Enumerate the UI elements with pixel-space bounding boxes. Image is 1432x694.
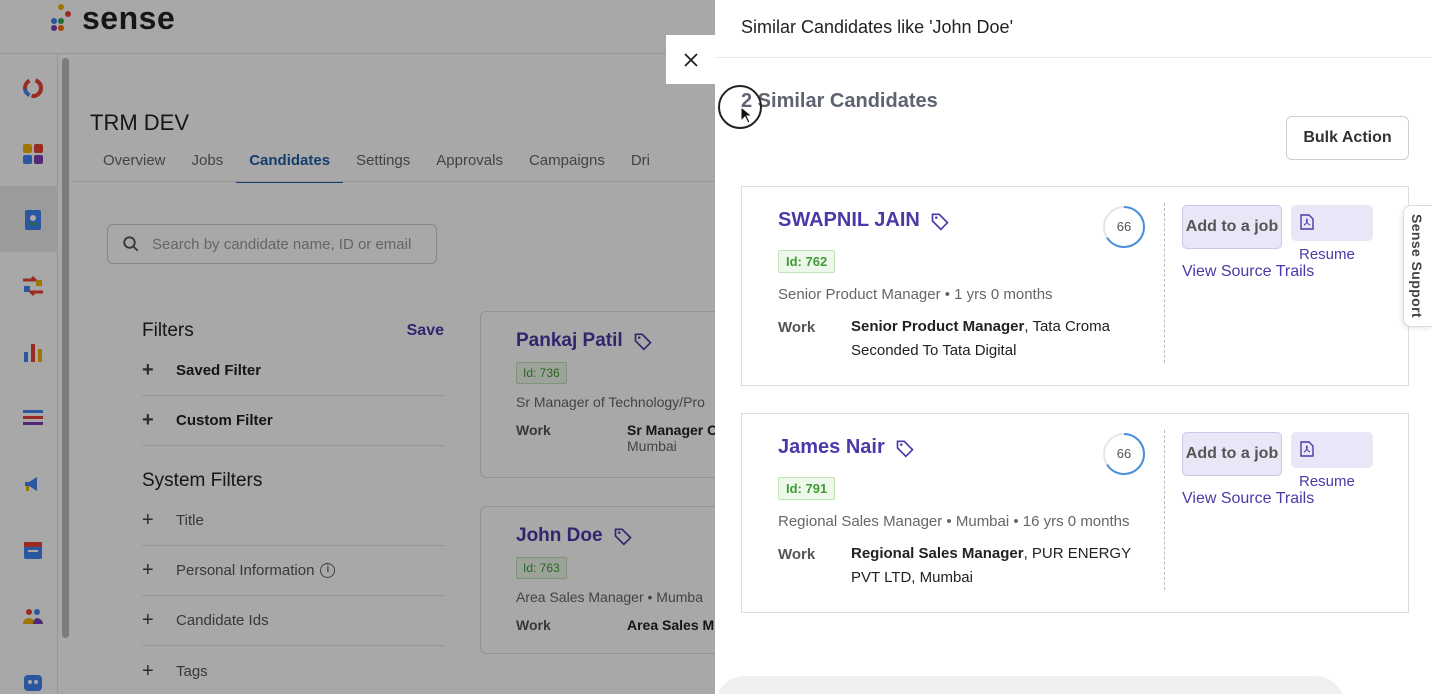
- score-value: 66: [1116, 446, 1132, 461]
- add-to-job-button[interactable]: Add to a job: [1182, 432, 1282, 476]
- resume-button[interactable]: [1291, 205, 1373, 241]
- card-divider: [1164, 203, 1165, 363]
- similar-candidate-card: James Nair Id: 791 Regional Sales Manage…: [741, 413, 1409, 613]
- tag-icon[interactable]: [930, 211, 950, 231]
- modal-backdrop[interactable]: [0, 0, 715, 694]
- candidate-id-badge: Id: 762: [778, 250, 836, 273]
- similar-count-title: 2 Similar Candidates: [741, 90, 938, 112]
- candidate-id-badge: Id: 791: [778, 477, 836, 500]
- pdf-file-icon: [1300, 441, 1314, 457]
- match-score: 66: [1102, 205, 1146, 249]
- work-value: Regional Sales Manager, PUR ENERGY PVT L…: [851, 542, 1161, 590]
- drawer-title: Similar Candidates like 'John Doe': [715, 0, 1432, 58]
- work-label: Work: [778, 546, 816, 563]
- card-divider: [1164, 430, 1165, 590]
- candidate-role: Senior Product Manager • 1 yrs 0 months: [778, 286, 1053, 303]
- resume-button[interactable]: [1291, 432, 1373, 468]
- add-to-job-button[interactable]: Add to a job: [1182, 205, 1282, 249]
- view-source-trails-link[interactable]: View Source Trails: [1182, 263, 1314, 281]
- candidate-name-link[interactable]: James Nair: [778, 436, 915, 459]
- tag-icon[interactable]: [895, 438, 915, 458]
- score-value: 66: [1116, 219, 1132, 234]
- similar-candidate-card: SWAPNIL JAIN Id: 762 Senior Product Mana…: [741, 186, 1409, 386]
- candidate-name-link[interactable]: SWAPNIL JAIN: [778, 209, 950, 232]
- work-title: Senior Product Manager: [851, 318, 1025, 335]
- mouse-pointer-icon: [740, 106, 754, 124]
- candidate-role: Regional Sales Manager • Mumbai • 16 yrs…: [778, 513, 1130, 530]
- drawer-footer-bar: [715, 676, 1345, 694]
- resume-link[interactable]: Resume: [1299, 473, 1355, 490]
- close-drawer-button[interactable]: [666, 35, 715, 84]
- close-icon: [683, 52, 698, 67]
- candidate-name[interactable]: SWAPNIL JAIN: [778, 209, 920, 232]
- similar-candidates-drawer: Similar Candidates like 'John Doe' 2 Sim…: [715, 0, 1432, 694]
- match-score: 66: [1102, 432, 1146, 476]
- candidate-name[interactable]: James Nair: [778, 436, 885, 459]
- work-label: Work: [778, 319, 816, 336]
- work-title: Regional Sales Manager: [851, 545, 1024, 562]
- resume-link[interactable]: Resume: [1299, 246, 1355, 263]
- bulk-action-button[interactable]: Bulk Action: [1286, 116, 1409, 160]
- click-indicator: [718, 85, 762, 129]
- view-source-trails-link[interactable]: View Source Trails: [1182, 490, 1314, 508]
- work-value: Senior Product Manager, Tata Croma Secon…: [851, 315, 1161, 363]
- pdf-file-icon: [1300, 214, 1314, 230]
- support-label: Sense Support: [1409, 214, 1425, 318]
- sense-support-tab[interactable]: Sense Support: [1403, 205, 1432, 327]
